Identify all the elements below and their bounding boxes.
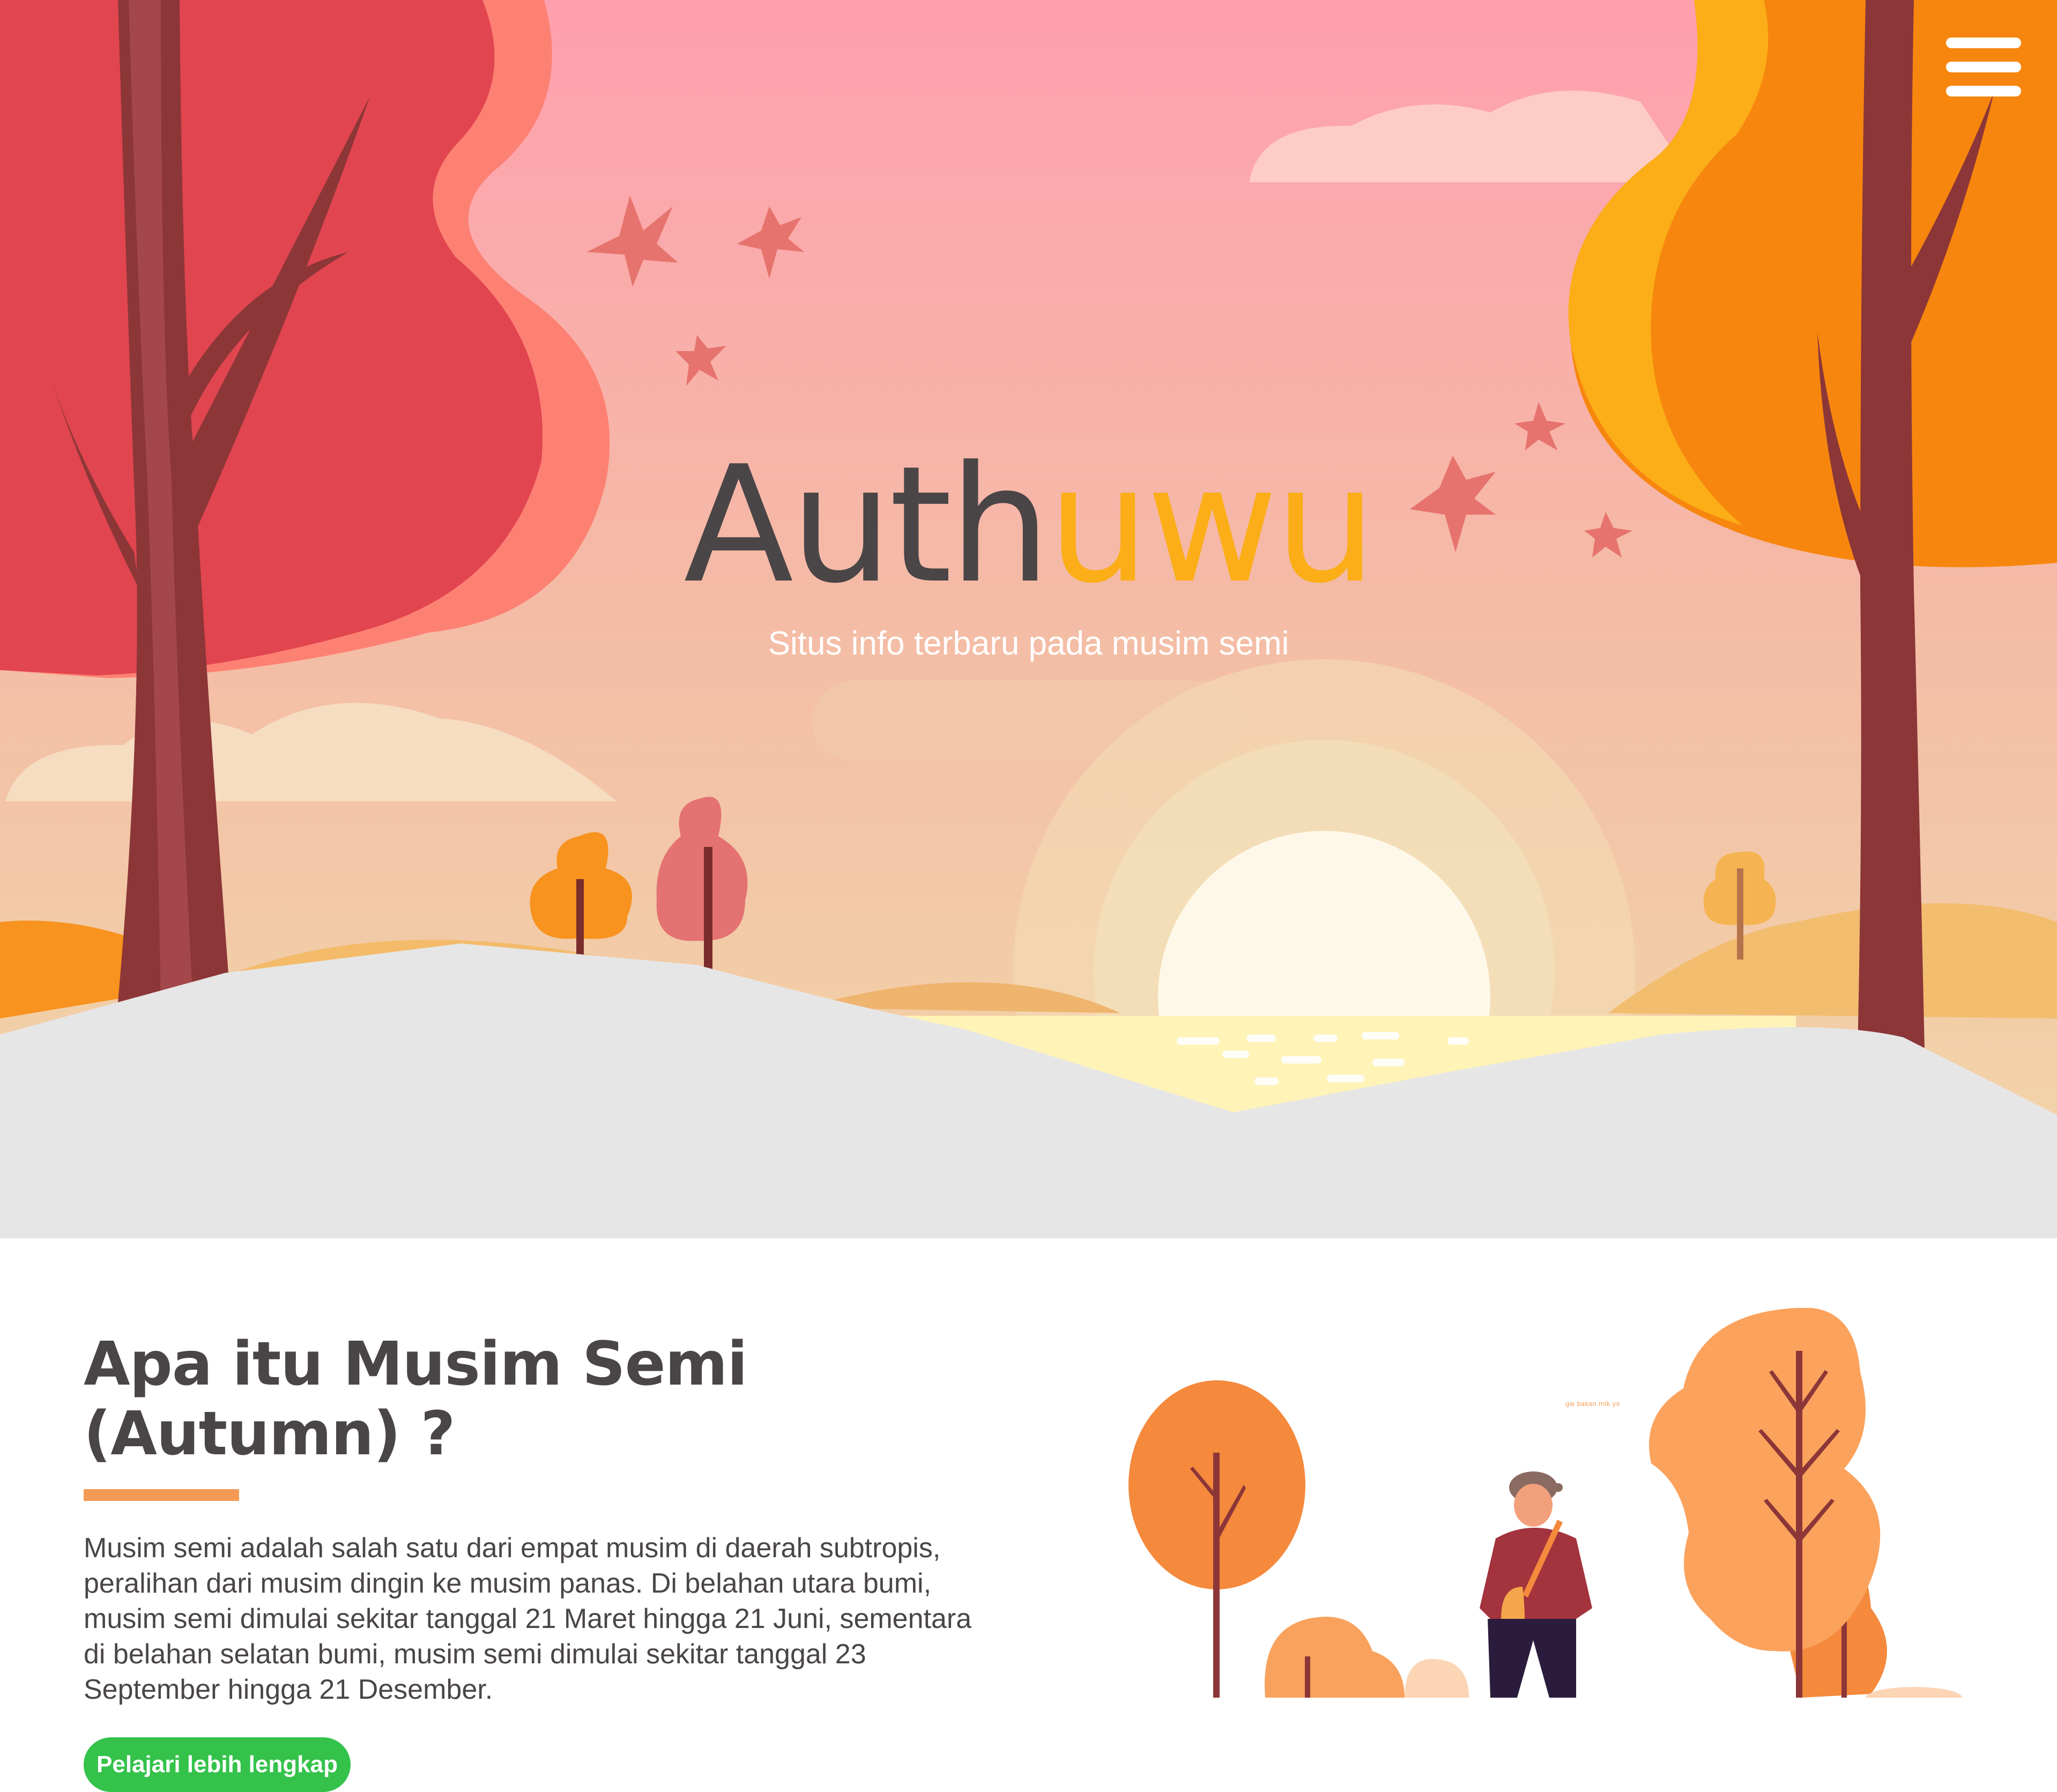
hamburger-menu-icon[interactable] xyxy=(1946,38,2021,96)
title-underline xyxy=(84,1489,239,1501)
logo: Authuwu xyxy=(0,445,2057,606)
hero-brand: Authuwu Situs info terbaru pada musim se… xyxy=(0,445,2057,663)
person xyxy=(1480,1471,1592,1698)
logo-text-auth: Auth xyxy=(684,432,1051,619)
section-body: Musim semi adalah salah satu dari empat … xyxy=(84,1533,972,1705)
section-title: Apa itu Musim Semi (Autumn) ? xyxy=(84,1329,748,1469)
illustration-caption: gw bakan mik ye xyxy=(1565,1400,1620,1408)
about-section: Apa itu Musim Semi (Autumn) ? Musim semi… xyxy=(0,1238,2057,1792)
learn-more-button[interactable]: Pelajari lebih lengkap xyxy=(84,1737,351,1792)
hero-tagline: Situs info terbaru pada musim semi xyxy=(768,625,1289,662)
hero-section: Authuwu Situs info terbaru pada musim se… xyxy=(0,0,2057,1238)
logo-text-uwu: uwu xyxy=(1048,432,1377,619)
person-in-park-illustration xyxy=(1128,1308,1962,1698)
about-text-block: Apa itu Musim Semi (Autumn) ? Musim semi… xyxy=(84,1329,995,1792)
